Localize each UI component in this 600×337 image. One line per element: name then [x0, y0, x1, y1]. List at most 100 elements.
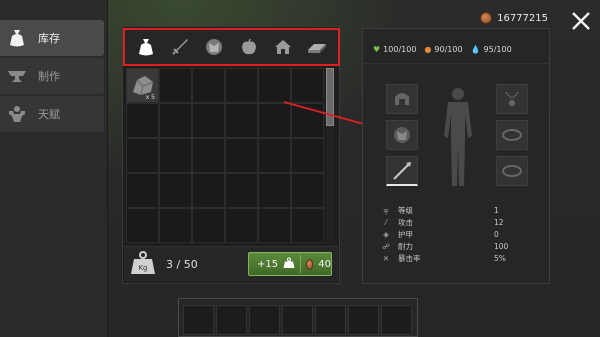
inventory-slot[interactable]	[291, 173, 324, 208]
expand-amount: +15	[257, 258, 279, 270]
hotbar-slot[interactable]	[216, 305, 247, 335]
necklace-icon	[505, 91, 519, 106]
hotbar	[178, 298, 418, 337]
health-stat: ♥ 100/100	[373, 45, 416, 54]
stat-label: 耐力	[398, 241, 413, 251]
inventory-slot[interactable]	[225, 138, 258, 173]
inventory-slot[interactable]	[258, 138, 291, 173]
coin-icon	[480, 12, 493, 24]
sidebar-item-craft[interactable]: 制作	[0, 58, 104, 94]
inventory-slot[interactable]	[126, 173, 159, 208]
inventory-slot[interactable]	[159, 68, 192, 103]
inventory-scrollbar[interactable]	[326, 68, 334, 244]
category-food-apple-icon[interactable]	[236, 34, 262, 60]
category-material-ingot-icon[interactable]	[304, 34, 330, 60]
stat-row-armor: ◈ 护甲 0	[380, 228, 540, 240]
crit-icon: ✕	[382, 253, 390, 263]
heart-icon: ♥	[373, 45, 381, 54]
hotbar-slot[interactable]	[282, 305, 313, 335]
level-icon: ╤	[383, 205, 389, 215]
sidebar-item-label: 库存	[38, 32, 60, 45]
helmet-icon	[395, 93, 409, 105]
close-button[interactable]	[570, 10, 592, 32]
hotbar-slot[interactable]	[183, 305, 214, 335]
stat-value: 5%	[494, 253, 506, 263]
inventory-slot[interactable]	[225, 173, 258, 208]
weight-small-icon	[283, 257, 295, 272]
hunger-stat: ● 90/100	[424, 45, 462, 54]
character-stats-list: ╤ 等级 1 ⁄ 攻击 12 ◈ 护甲 0 ☍ 耐力 100 ✕ 暴击率 5%	[380, 204, 540, 264]
run-icon: ☍	[382, 241, 390, 251]
bag-icon	[6, 27, 28, 49]
inventory-slot[interactable]	[225, 103, 258, 138]
inventory-slot[interactable]	[258, 208, 291, 243]
category-armor-icon[interactable]	[201, 34, 227, 60]
ring-icon	[502, 165, 522, 177]
inventory-slot[interactable]	[126, 103, 159, 138]
coin-icon	[305, 258, 314, 270]
equip-slot-ring-2[interactable]	[496, 156, 528, 186]
inventory-slot[interactable]	[192, 138, 225, 173]
stat-row-stamina: ☍ 耐力 100	[380, 240, 540, 252]
vital-stats: ♥ 100/100 ● 90/100 💧 95/100	[363, 36, 549, 64]
inventory-slot[interactable]	[126, 208, 159, 243]
inventory-slot[interactable]	[192, 173, 225, 208]
equip-slot-helmet[interactable]	[386, 84, 418, 114]
equip-slot-ring-1[interactable]	[496, 120, 528, 150]
stat-label: 护甲	[398, 229, 413, 239]
inventory-slot-filled[interactable]: x 5	[126, 68, 159, 103]
item-quantity: x 5	[145, 94, 155, 101]
inventory-slot[interactable]	[291, 138, 324, 173]
ring-icon	[502, 129, 522, 141]
inventory-slot[interactable]	[126, 138, 159, 173]
category-weapon-sword-icon[interactable]	[167, 34, 193, 60]
inventory-slot[interactable]	[159, 138, 192, 173]
expand-inventory-button[interactable]: +15 40	[248, 252, 332, 276]
expand-cost: 40	[318, 258, 331, 270]
sidebar-item-label: 制作	[38, 70, 60, 83]
sidebar: 库存 制作 天赋	[0, 0, 108, 337]
weight-icon: Kg	[130, 250, 156, 276]
sidebar-item-talent[interactable]: 天赋	[0, 96, 104, 132]
stat-row-level: ╤ 等级 1	[380, 204, 540, 216]
category-all-bag-icon[interactable]	[133, 34, 159, 60]
attack-icon: ⁄	[385, 217, 387, 227]
equip-slot-weapon[interactable]	[386, 156, 418, 186]
inventory-slot[interactable]	[291, 208, 324, 243]
inventory-slot[interactable]	[192, 208, 225, 243]
character-body-silhouette	[444, 88, 472, 186]
inventory-slot[interactable]	[258, 173, 291, 208]
anvil-icon	[6, 65, 28, 87]
close-icon	[572, 12, 590, 30]
svg-text:Kg: Kg	[138, 264, 147, 272]
sidebar-item-inventory[interactable]: 库存	[0, 20, 104, 56]
inventory-slot[interactable]	[225, 208, 258, 243]
water-drop-icon: 💧	[470, 45, 481, 54]
coin-amount: 16777215	[497, 12, 548, 24]
equip-slot-armor[interactable]	[386, 120, 418, 150]
hotbar-slot[interactable]	[249, 305, 280, 335]
hotbar-slot[interactable]	[348, 305, 379, 335]
spear-icon	[393, 161, 411, 180]
inventory-slot[interactable]	[192, 103, 225, 138]
sidebar-item-label: 天赋	[38, 108, 60, 121]
inventory-slot[interactable]	[192, 68, 225, 103]
stat-label: 等级	[398, 205, 413, 215]
inventory-slot[interactable]	[291, 68, 324, 103]
stat-row-attack: ⁄ 攻击 12	[380, 216, 540, 228]
thirst-stat: 💧 95/100	[471, 45, 512, 54]
inventory-slot[interactable]	[258, 68, 291, 103]
hunger-value: 90/100	[434, 45, 463, 54]
inventory-slot[interactable]	[159, 173, 192, 208]
health-value: 100/100	[383, 45, 417, 54]
inventory-slot[interactable]	[225, 68, 258, 103]
inventory-slot[interactable]	[159, 208, 192, 243]
stat-value: 100	[494, 241, 509, 251]
equip-slot-necklace[interactable]	[496, 84, 528, 114]
hotbar-slot[interactable]	[381, 305, 412, 335]
inventory-capacity: 3 / 50	[166, 258, 198, 271]
hotbar-slot[interactable]	[315, 305, 346, 335]
divider	[300, 255, 301, 273]
inventory-slot[interactable]	[159, 103, 192, 138]
category-building-house-icon[interactable]	[270, 34, 296, 60]
